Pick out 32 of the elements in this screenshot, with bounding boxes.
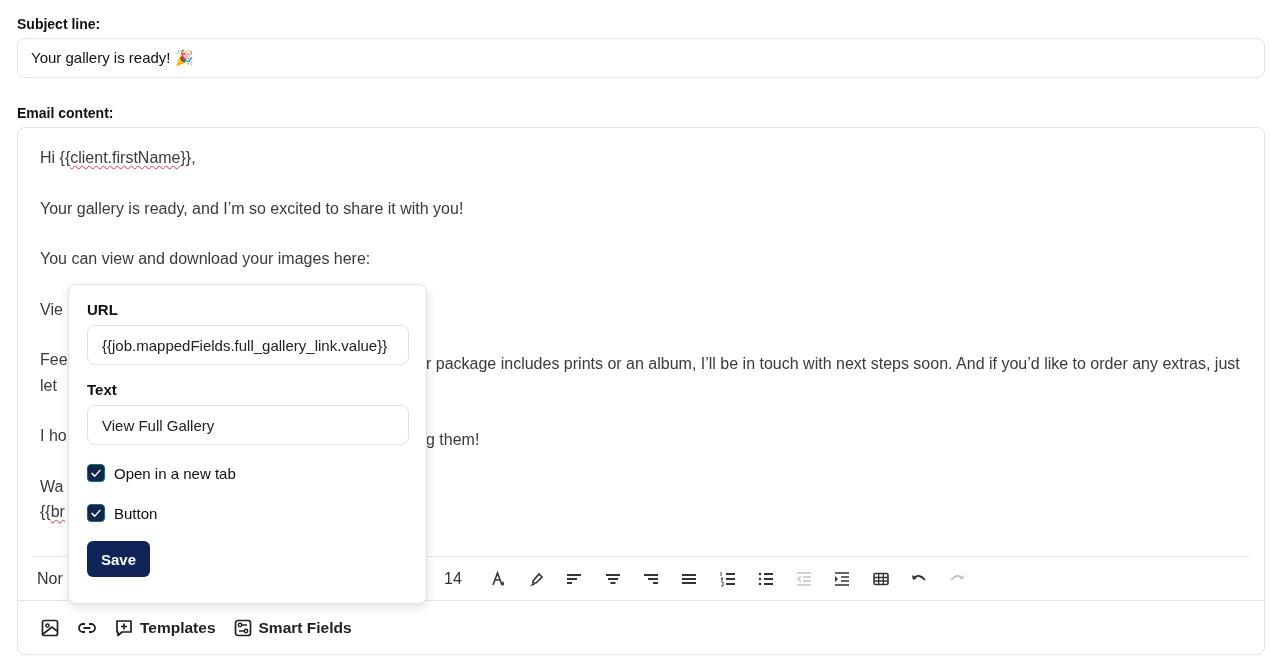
- body-text: Your gallery is ready, and I’m so excited to share it with you!: [40, 199, 464, 219]
- body-text: Hi {{client.firstName}},: [40, 149, 196, 168]
- font-size-select[interactable]: 14: [444, 569, 462, 588]
- body-text: I ho: [40, 427, 67, 447]
- fields-icon: [233, 618, 252, 637]
- body-text: r package includes prints or an album, I’ll be in touch with next steps soon. And if you’d like to order any extras, just: [426, 354, 1241, 375]
- body-text: Wa: [40, 477, 64, 497]
- body-text: let: [40, 376, 57, 396]
- body-text: {{br: [40, 503, 65, 523]
- text-field[interactable]: View Full Gallery: [87, 405, 409, 445]
- body-text: You can view and download your images here:: [40, 250, 371, 270]
- subject-field[interactable]: Your gallery is ready! 🎉: [17, 38, 1265, 78]
- chat-plus-icon: [115, 618, 133, 637]
- indent-icon[interactable]: [833, 569, 852, 588]
- body-text: Vie: [40, 300, 63, 320]
- body-text: g them!: [426, 430, 481, 451]
- style-select[interactable]: Nor: [37, 569, 63, 587]
- field-label: URL: [87, 301, 118, 318]
- save-button[interactable]: Save: [87, 541, 151, 577]
- templates-button[interactable]: Templates: [115, 618, 216, 637]
- field-label: Subject line:: [17, 16, 101, 32]
- checkbox[interactable]: [87, 504, 105, 522]
- body-text: Fee: [40, 351, 68, 371]
- numbered-list-icon[interactable]: [718, 569, 737, 588]
- url-field[interactable]: {{job.mappedFields.full_gallery_link.value}}: [87, 325, 409, 365]
- checkbox-label: Button: [114, 504, 158, 522]
- field-label: Email content:: [17, 105, 114, 121]
- smart-fields-button[interactable]: Smart Fields: [233, 618, 352, 637]
- image-icon[interactable]: [41, 618, 59, 637]
- field-label: Text: [87, 381, 117, 398]
- checkbox[interactable]: [87, 464, 105, 482]
- checkbox-label: Open in a new tab: [114, 464, 236, 482]
